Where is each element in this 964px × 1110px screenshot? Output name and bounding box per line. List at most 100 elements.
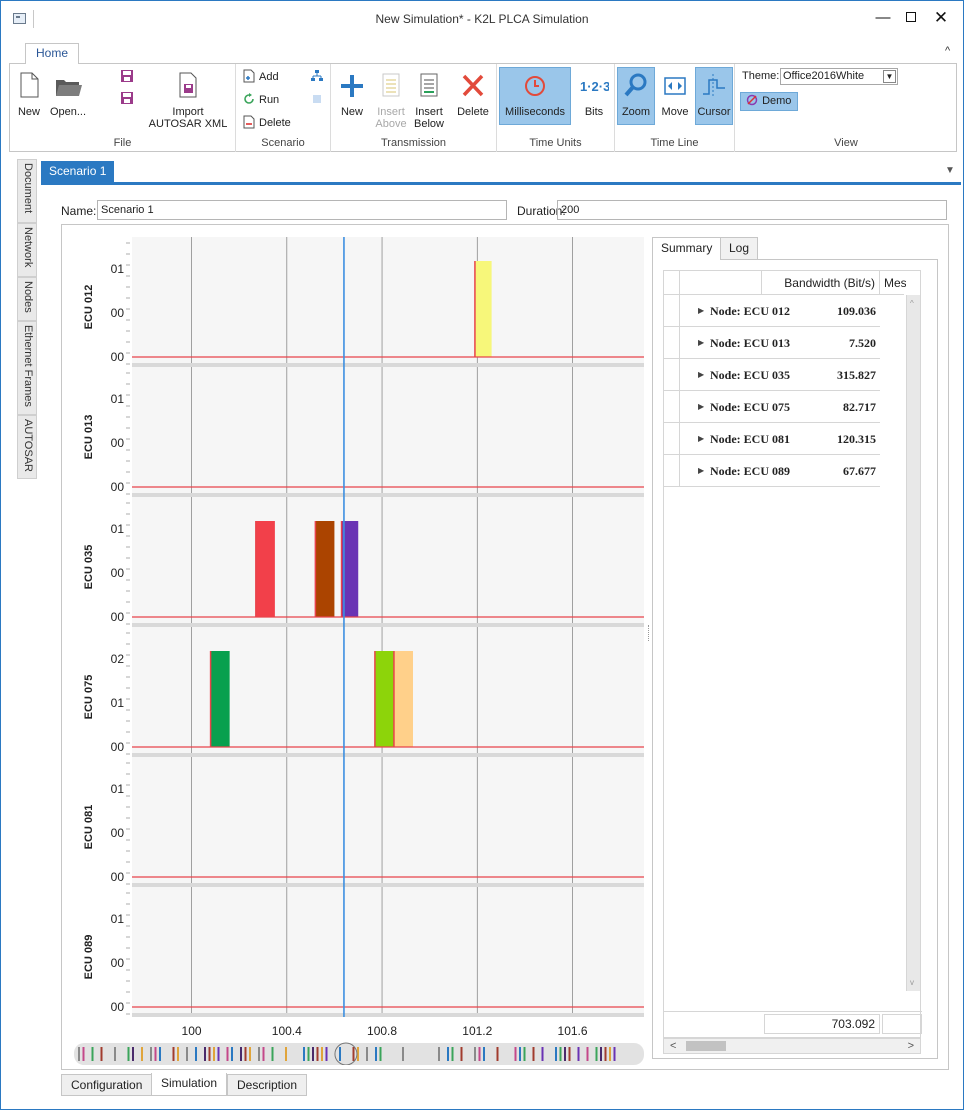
close-button[interactable]: ✕ [927,5,955,31]
side-tab-ethernet-frames[interactable]: Ethernet Frames [17,321,37,415]
overview-mark [114,1047,116,1061]
minimize-button[interactable]: — [869,5,897,31]
milliseconds-button[interactable]: Milliseconds [499,67,571,125]
expand-icon[interactable]: ▶ [698,402,704,411]
zoom-button[interactable]: Zoom [617,67,655,125]
grid-toggle-button[interactable] [310,91,327,109]
lane-separator [132,493,644,497]
new-file-button[interactable]: New [14,68,44,118]
expand-icon[interactable]: ▶ [698,466,704,475]
overview-mark [226,1047,229,1061]
insert-above-button[interactable]: Insert Above [373,68,409,130]
expand-icon[interactable]: ▶ [698,370,704,379]
side-tab-autosar[interactable]: AUTOSAR [17,415,37,479]
tab-list-chevron-icon[interactable]: ▼ [945,165,955,176]
ribbon-tab-home[interactable]: Home [25,43,80,64]
demo-button[interactable]: Demo [740,92,798,111]
tab-configuration[interactable]: Configuration [61,1074,153,1096]
overview-mark [555,1047,557,1061]
table-row[interactable]: ▶ Node: ECU 035 315.827 [664,359,880,391]
import-autosar-button[interactable]: Import AUTOSAR XML [148,68,228,130]
duration-input[interactable]: 200 [557,200,947,220]
overview-mark [532,1047,535,1061]
tab-simulation[interactable]: Simulation [151,1073,228,1096]
run-scenario-button[interactable]: Run [242,91,279,109]
scroll-up-icon[interactable]: ^ [910,299,914,308]
tab-description[interactable]: Description [227,1074,308,1096]
ribbon-tabs: Home ^ [1,43,963,64]
overview-mark [154,1047,157,1061]
delete-scenario-button[interactable]: Delete [242,114,291,132]
overview-mark [366,1047,368,1061]
node-name: Node: ECU 075 [710,400,790,414]
table-row[interactable]: ▶ Node: ECU 012 109.036 [664,295,880,327]
side-tab-document[interactable]: Document [17,159,37,223]
table-row[interactable]: ▶ Node: ECU 089 67.677 [664,455,880,487]
scroll-left-icon[interactable]: < [670,1040,676,1052]
side-tab-network[interactable]: Network [17,223,37,277]
x-tick-label: 101.6 [558,1024,588,1038]
delete-transmission-button[interactable]: Delete [453,68,493,118]
expand-icon[interactable]: ▶ [698,338,704,347]
overview-mark [285,1047,287,1061]
overview-mark [159,1047,161,1061]
level-tick-label: 01 [111,392,125,406]
tab-scenario-1[interactable]: Scenario 1 [41,161,115,182]
bits-button[interactable]: 1·2·3 Bits [577,68,611,118]
insert-below-button[interactable]: Insert Below [411,68,447,130]
lane-label: ECU 035 [83,545,95,590]
theme-select[interactable]: Office2016White ▼ [780,68,898,85]
overview-mark [208,1047,211,1061]
level-tick-label: 01 [111,262,125,276]
overview-mark [217,1047,220,1061]
overview-mark [258,1047,260,1061]
group-label-time-line: Time Line [650,137,699,149]
grid-vertical-scrollbar[interactable]: ^ v [906,295,920,991]
overview-mark [325,1047,328,1061]
panel-splitter[interactable] [648,625,650,641]
scrollbar-thumb[interactable] [686,1041,726,1051]
add-scenario-button[interactable]: Add [242,68,279,86]
save-button[interactable] [120,68,137,86]
side-tab-nodes[interactable]: Nodes [17,277,37,321]
open-button[interactable]: Open... [48,68,88,118]
scroll-right-icon[interactable]: > [908,1040,914,1052]
tab-log[interactable]: Log [720,237,759,259]
expand-icon[interactable]: ▶ [698,434,704,443]
cursor-button[interactable]: Cursor [695,67,733,125]
overview-mark [514,1047,517,1061]
overview-mark [127,1047,130,1061]
overview-mark [375,1047,377,1061]
maximize-button[interactable] [897,5,925,31]
column-header-bandwidth[interactable]: Bandwidth (Bit/s) [762,271,880,295]
plus-icon [341,75,363,97]
ribbon-collapse-icon[interactable]: ^ [945,45,950,57]
new-transmission-button[interactable]: New [335,68,369,118]
level-tick-label: 00 [111,306,125,320]
overview-mark [600,1047,602,1061]
table-row[interactable]: ▶ Node: ECU 013 7.520 [664,327,880,359]
tab-summary[interactable]: Summary [652,237,722,260]
signal-block [474,261,492,357]
save-as-button[interactable] [120,90,137,108]
expand-icon[interactable]: ▶ [698,306,704,315]
table-row[interactable]: ▶ Node: ECU 081 120.315 [664,423,880,455]
move-button[interactable]: Move [657,68,693,118]
table-row[interactable]: ▶ Node: ECU 075 82.717 [664,391,880,423]
scroll-down-icon[interactable]: v [910,978,914,987]
name-input[interactable]: Scenario 1 [97,200,507,220]
column-header-messages[interactable]: Mes [880,271,906,295]
move-arrows-icon [664,77,686,95]
overview-mark [78,1047,80,1061]
network-layout-button[interactable] [310,68,327,86]
overview-mark [478,1047,481,1061]
level-tick-label: 01 [111,696,125,710]
overview-mark [177,1047,179,1061]
overview-mark [303,1047,305,1061]
grid-horizontal-scrollbar[interactable]: < > [663,1038,921,1054]
node-name: Node: ECU 013 [710,336,790,350]
timeline-chart[interactable]: ECU 012 00 00 01 ECU 013 00 00 01 ECU 035 00 00 01 E… [74,237,646,1065]
overview-mark [523,1047,526,1061]
grid-footer: 703.092 [664,1011,922,1035]
x-tick-label: 101.2 [462,1024,492,1038]
